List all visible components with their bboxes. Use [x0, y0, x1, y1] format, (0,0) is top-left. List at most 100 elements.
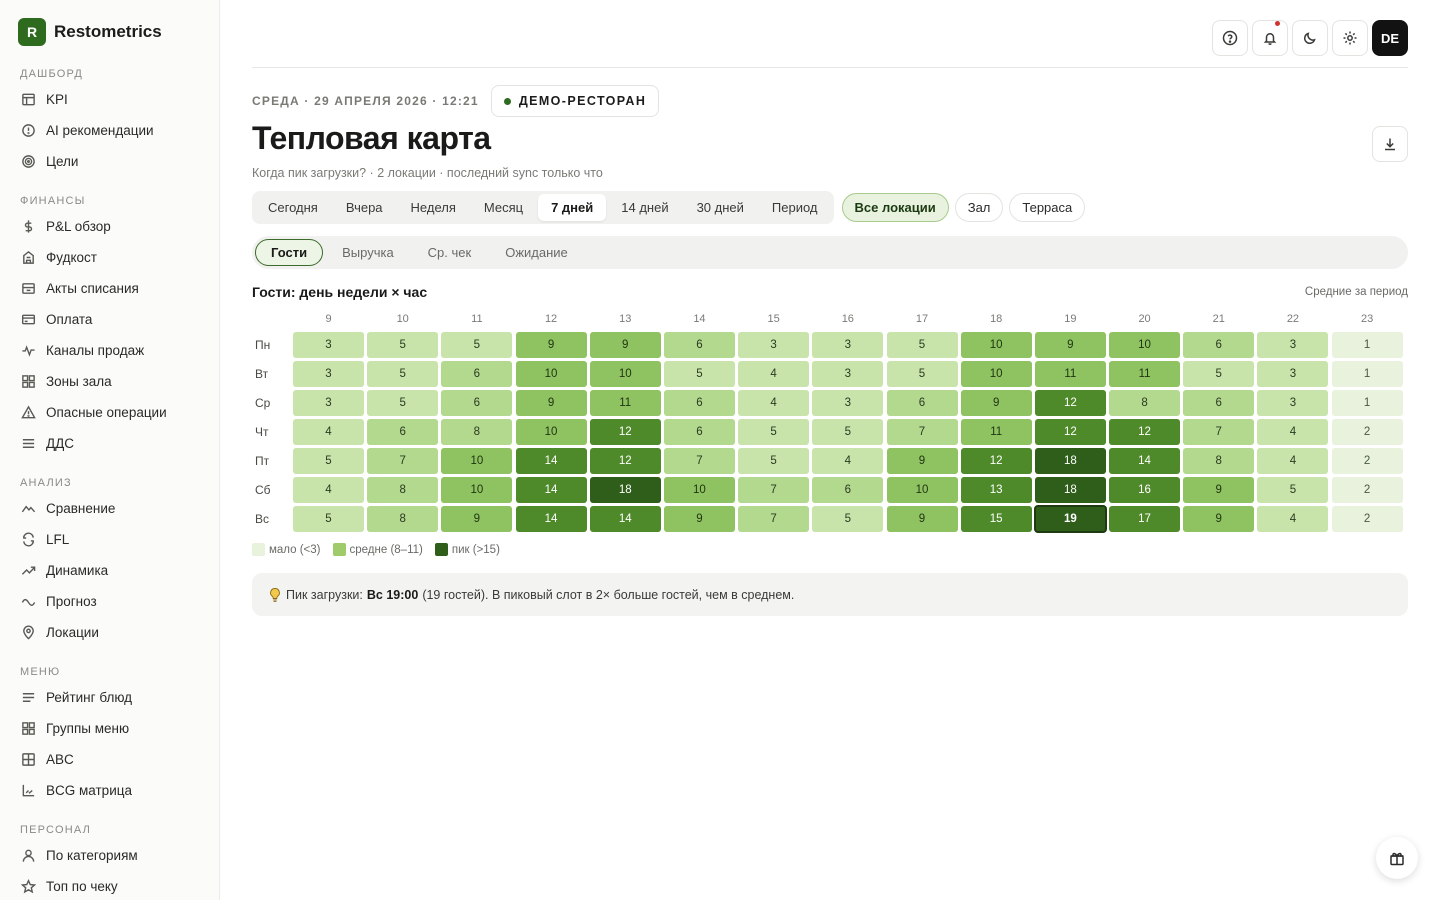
restaurant-selector[interactable]: ДЕМО-РЕСТОРАН — [490, 85, 660, 117]
heatmap-cell[interactable]: 2 — [1331, 506, 1403, 532]
sidebar-item[interactable]: Зоны зала — [0, 366, 219, 397]
heatmap-cell[interactable]: 8 — [1109, 390, 1181, 416]
heatmap-cell[interactable]: 12 — [960, 448, 1032, 474]
heatmap-cell[interactable]: 9 — [589, 332, 661, 358]
location-pill[interactable]: Все локации — [841, 193, 949, 222]
heatmap-cell[interactable]: 11 — [1109, 361, 1181, 387]
settings-button[interactable] — [1332, 20, 1368, 56]
heatmap-cell[interactable]: 5 — [441, 332, 513, 358]
heatmap-cell[interactable]: 10 — [960, 332, 1032, 358]
period-tab[interactable]: 7 дней — [538, 194, 607, 221]
sidebar-item[interactable]: Прогноз — [0, 586, 219, 617]
heatmap-cell[interactable]: 5 — [886, 332, 958, 358]
heatmap-cell[interactable]: 5 — [293, 506, 364, 532]
heatmap-cell[interactable]: 5 — [1183, 361, 1255, 387]
heatmap-cell[interactable]: 7 — [738, 506, 810, 532]
heatmap-cell[interactable]: 10 — [441, 477, 513, 503]
heatmap-cell[interactable]: 9 — [441, 506, 513, 532]
heatmap-cell[interactable]: 15 — [960, 506, 1032, 532]
location-pill[interactable]: Зал — [954, 193, 1004, 222]
heatmap-cell[interactable]: 10 — [515, 361, 587, 387]
heatmap-cell[interactable]: 5 — [367, 361, 439, 387]
heatmap-cell[interactable]: 9 — [515, 332, 587, 358]
sidebar-item[interactable]: Акты списания — [0, 273, 219, 304]
heatmap-cell[interactable]: 6 — [441, 390, 513, 416]
heatmap-cell[interactable]: 2 — [1331, 419, 1403, 445]
sidebar-item[interactable]: ДДС — [0, 428, 219, 459]
heatmap-cell[interactable]: 7 — [886, 419, 958, 445]
heatmap-cell[interactable]: 5 — [738, 419, 810, 445]
heatmap-cell[interactable]: 9 — [1034, 332, 1106, 358]
brand[interactable]: R Restometrics — [18, 18, 162, 46]
heatmap-cell[interactable]: 10 — [663, 477, 735, 503]
heatmap-cell[interactable]: 6 — [812, 477, 884, 503]
heatmap-cell[interactable]: 6 — [367, 419, 439, 445]
sidebar-item[interactable]: P&L обзор — [0, 211, 219, 242]
heatmap-cell[interactable]: 1 — [1331, 390, 1403, 416]
metric-tab[interactable]: Выручка — [327, 239, 409, 266]
heatmap-cell[interactable]: 6 — [663, 390, 735, 416]
heatmap-cell[interactable]: 8 — [441, 419, 513, 445]
heatmap-cell[interactable]: 7 — [367, 448, 439, 474]
notifications-button[interactable] — [1252, 20, 1288, 56]
heatmap-cell[interactable]: 12 — [589, 419, 661, 445]
heatmap-cell[interactable]: 10 — [515, 419, 587, 445]
metric-tab[interactable]: Ср. чек — [413, 239, 487, 266]
heatmap-cell[interactable]: 17 — [1109, 506, 1181, 532]
heatmap-cell[interactable]: 8 — [367, 506, 439, 532]
heatmap-cell[interactable]: 8 — [367, 477, 439, 503]
heatmap-cell[interactable]: 10 — [886, 477, 958, 503]
heatmap-cell[interactable]: 6 — [663, 419, 735, 445]
heatmap-cell[interactable]: 4 — [738, 361, 810, 387]
heatmap-cell[interactable]: 3 — [812, 332, 884, 358]
sidebar-item[interactable]: BCG матрица — [0, 775, 219, 806]
heatmap-cell[interactable]: 3 — [293, 332, 364, 358]
heatmap-peak-cell[interactable]: 19 — [1033, 505, 1107, 533]
period-tab[interactable]: 14 дней — [608, 194, 681, 221]
sidebar-item[interactable]: Локации — [0, 617, 219, 648]
sidebar-item[interactable]: ABC — [0, 744, 219, 775]
sidebar-item[interactable]: Фудкост — [0, 242, 219, 273]
heatmap-cell[interactable]: 4 — [738, 390, 810, 416]
user-avatar[interactable]: DE — [1372, 20, 1408, 56]
heatmap-cell[interactable]: 7 — [1183, 419, 1255, 445]
heatmap-cell[interactable]: 9 — [515, 390, 587, 416]
sidebar-item[interactable]: Оплата — [0, 304, 219, 335]
sidebar-item[interactable]: Опасные операции — [0, 397, 219, 428]
heatmap-cell[interactable]: 11 — [589, 390, 661, 416]
heatmap-cell[interactable]: 4 — [293, 419, 364, 445]
heatmap-cell[interactable]: 2 — [1331, 477, 1403, 503]
sidebar-item[interactable]: LFL — [0, 524, 219, 555]
heatmap-cell[interactable]: 10 — [589, 361, 661, 387]
assistant-button[interactable] — [1376, 837, 1418, 879]
heatmap-cell[interactable]: 12 — [589, 448, 661, 474]
heatmap-cell[interactable]: 16 — [1109, 477, 1181, 503]
metric-tab[interactable]: Гости — [255, 239, 324, 266]
sidebar-item[interactable]: Сравнение — [0, 493, 219, 524]
period-tab[interactable]: Сегодня — [255, 194, 331, 221]
heatmap-cell[interactable]: 3 — [1257, 361, 1329, 387]
heatmap-cell[interactable]: 10 — [441, 448, 513, 474]
heatmap-cell[interactable]: 11 — [960, 419, 1032, 445]
period-tab[interactable]: Месяц — [471, 194, 536, 221]
heatmap-cell[interactable]: 6 — [1183, 332, 1255, 358]
heatmap-cell[interactable]: 18 — [1034, 448, 1106, 474]
heatmap-cell[interactable]: 1 — [1331, 361, 1403, 387]
heatmap-cell[interactable]: 3 — [1257, 390, 1329, 416]
sidebar-item[interactable]: KPI — [0, 84, 219, 115]
heatmap-cell[interactable]: 5 — [367, 332, 439, 358]
heatmap-cell[interactable]: 10 — [1109, 332, 1181, 358]
heatmap-cell[interactable]: 6 — [886, 390, 958, 416]
location-pill[interactable]: Терраса — [1009, 193, 1086, 222]
heatmap-cell[interactable]: 4 — [812, 448, 884, 474]
heatmap-cell[interactable]: 9 — [960, 390, 1032, 416]
metric-tab[interactable]: Ожидание — [490, 239, 583, 266]
heatmap-cell[interactable]: 14 — [515, 477, 587, 503]
heatmap-cell[interactable]: 2 — [1331, 448, 1403, 474]
heatmap-cell[interactable]: 14 — [1109, 448, 1181, 474]
period-tab[interactable]: Вчера — [333, 194, 396, 221]
sidebar-item[interactable]: Динамика — [0, 555, 219, 586]
heatmap-cell[interactable]: 18 — [1034, 477, 1106, 503]
sidebar-item[interactable]: AI рекомендации — [0, 115, 219, 146]
heatmap-cell[interactable]: 3 — [812, 390, 884, 416]
